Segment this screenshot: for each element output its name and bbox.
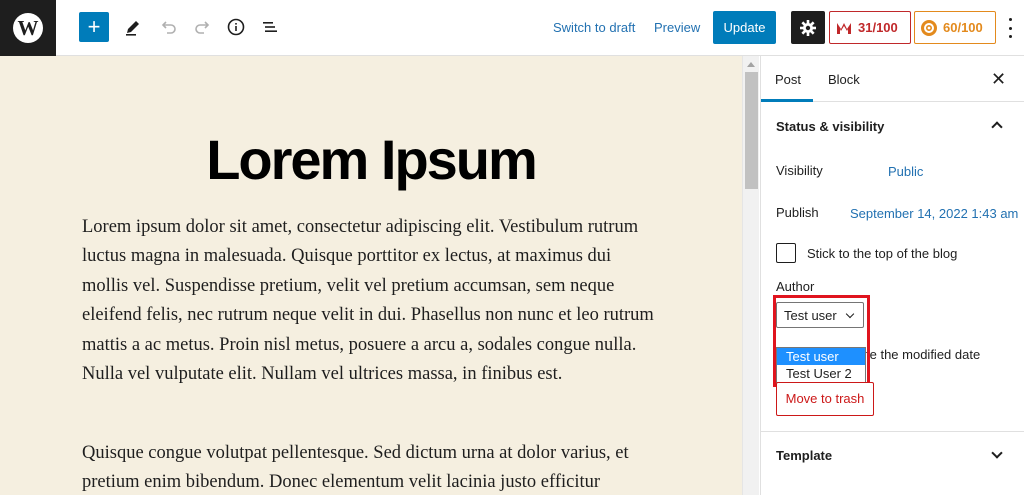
visibility-value-button[interactable]: Public	[888, 164, 923, 179]
status-visibility-panel-title[interactable]: Status & visibility	[776, 119, 884, 134]
move-to-trash-button[interactable]: Move to trash	[776, 382, 874, 416]
undo-icon	[161, 21, 176, 34]
edit-tools-button[interactable]	[120, 14, 146, 40]
tab-block[interactable]: Block	[828, 72, 860, 87]
more-options-icon	[1008, 18, 1012, 21]
wordpress-logo-icon: W	[13, 13, 43, 43]
info-icon	[227, 18, 245, 36]
modified-date-text: te the modified date	[866, 347, 981, 362]
undo-button[interactable]	[155, 14, 181, 40]
editor-canvas[interactable]: Lorem Ipsum Lorem ipsum dolor sit amet, …	[0, 56, 742, 495]
active-tab-indicator	[761, 99, 813, 102]
template-panel-title[interactable]: Template	[776, 448, 832, 463]
redo-button[interactable]	[190, 14, 216, 40]
add-block-button[interactable]: +	[79, 12, 109, 42]
top-toolbar: W + Switch to draft Preview Update 31/10…	[0, 0, 1024, 56]
settings-button[interactable]	[791, 11, 825, 44]
highlight-annotation-box	[773, 295, 870, 387]
chevron-up-icon[interactable]	[991, 121, 1003, 133]
sidebar-tabs: Post Block ✕	[761, 56, 1024, 102]
paragraph-block[interactable]: Quisque congue volutpat pellentesque. Se…	[82, 439, 662, 495]
more-options-button[interactable]	[1003, 18, 1017, 38]
tab-post[interactable]: Post	[775, 72, 801, 87]
paragraph-block[interactable]: Lorem ipsum dolor sit amet, consectetur …	[82, 213, 662, 389]
readability-score-value: 60/100	[943, 20, 983, 35]
wordpress-logo-button[interactable]: W	[0, 0, 56, 56]
readability-score-icon	[915, 12, 943, 43]
chevron-down-icon[interactable]	[991, 447, 1003, 459]
switch-to-draft-button[interactable]: Switch to draft	[553, 20, 635, 35]
publish-date-button[interactable]: September 14, 2022 1:43 am	[850, 206, 1018, 221]
panel-divider	[761, 431, 1024, 432]
close-icon[interactable]: ✕	[991, 69, 1006, 90]
seo-score-icon	[830, 12, 858, 43]
gear-icon	[800, 19, 816, 36]
redo-icon	[195, 21, 210, 34]
readability-score-button[interactable]: 60/100	[914, 11, 996, 44]
list-view-icon	[263, 22, 277, 32]
list-view-button[interactable]	[257, 14, 283, 40]
sticky-label: Stick to the top of the blog	[807, 246, 958, 261]
editor-scrollbar[interactable]	[742, 56, 759, 495]
visibility-label: Visibility	[776, 163, 823, 178]
seo-score-value: 31/100	[858, 20, 898, 35]
details-button[interactable]	[223, 14, 249, 40]
seo-score-button[interactable]: 31/100	[829, 11, 911, 44]
pencil-icon	[126, 21, 139, 36]
publish-label: Publish	[776, 205, 819, 220]
preview-button[interactable]: Preview	[654, 20, 700, 35]
author-label: Author	[776, 279, 815, 294]
sticky-checkbox[interactable]	[776, 243, 796, 263]
post-title[interactable]: Lorem Ipsum	[0, 127, 742, 192]
update-button[interactable]: Update	[713, 11, 776, 44]
scroll-up-arrow-icon[interactable]	[747, 62, 755, 67]
settings-sidebar: Post Block ✕ Status & visibility Visibil…	[760, 56, 1024, 495]
scrollbar-thumb[interactable]	[745, 72, 758, 189]
